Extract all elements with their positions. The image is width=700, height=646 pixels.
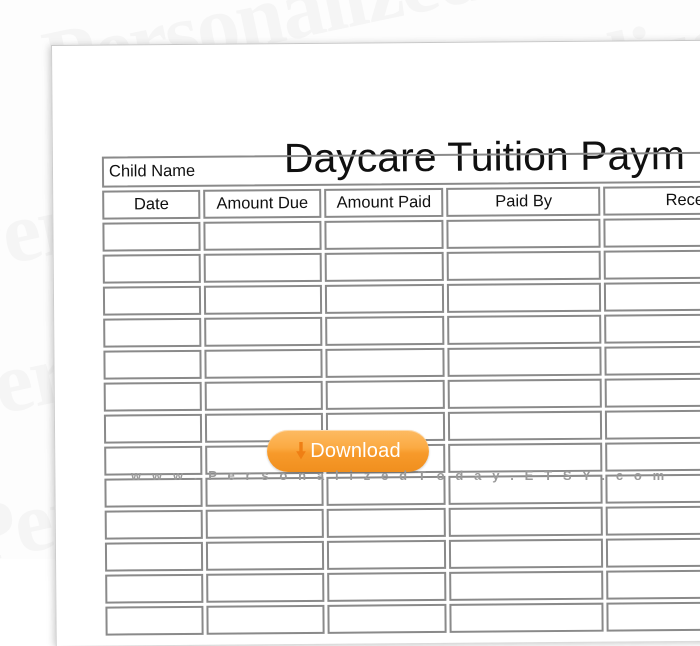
cell-amount-due[interactable]	[204, 380, 323, 411]
cell-paid-by[interactable]	[449, 538, 604, 569]
download-arrow-icon	[296, 442, 307, 460]
cell-date[interactable]	[104, 541, 204, 572]
cell-date[interactable]	[102, 285, 202, 316]
cell-amount-paid[interactable]	[327, 603, 448, 634]
column-header-amount-paid: Amount Paid	[323, 187, 444, 218]
cell-paid-by[interactable]	[447, 346, 603, 377]
cell-amount-paid[interactable]	[324, 251, 445, 282]
tuition-payment-table: Child Name Date Amount Due Amount Paid P…	[99, 148, 700, 638]
column-header-amount-due: Amount Due	[203, 188, 322, 219]
cell-received[interactable]	[605, 409, 700, 440]
table-header-row: Date Amount Due Amount Paid Paid By Rece…	[102, 185, 700, 220]
cell-amount-paid[interactable]	[326, 571, 447, 602]
table-row	[103, 377, 700, 412]
child-name-field[interactable]: Child Name	[101, 151, 700, 188]
cell-amount-paid[interactable]	[325, 379, 446, 410]
cell-received[interactable]	[606, 601, 700, 632]
cell-date[interactable]	[103, 413, 203, 444]
cell-amount-due[interactable]	[203, 252, 322, 283]
cell-amount-paid[interactable]	[324, 219, 445, 250]
cell-paid-by[interactable]	[449, 602, 605, 633]
cell-amount-paid[interactable]	[324, 283, 445, 314]
cell-amount-paid[interactable]	[325, 347, 446, 378]
cell-received[interactable]	[603, 217, 700, 248]
cell-date[interactable]	[104, 509, 204, 540]
download-button-label: Download	[310, 440, 401, 462]
cell-received[interactable]	[604, 281, 700, 312]
cell-paid-by[interactable]	[447, 314, 602, 345]
table-row	[102, 217, 700, 252]
table-row	[103, 313, 700, 348]
cell-amount-due[interactable]	[203, 220, 322, 251]
table-row	[104, 537, 700, 572]
site-watermark: w w w . P e r s o n a l i z e d T o d a …	[131, 468, 668, 483]
cell-amount-due[interactable]	[204, 316, 323, 347]
cell-date[interactable]	[103, 381, 203, 412]
cell-date[interactable]	[103, 349, 202, 380]
cell-date[interactable]	[105, 605, 204, 636]
column-header-received: Received	[603, 185, 700, 216]
table-row	[102, 249, 700, 284]
cell-received[interactable]	[604, 249, 700, 280]
cell-paid-by[interactable]	[449, 506, 604, 537]
cell-date[interactable]	[102, 253, 202, 284]
column-header-date: Date	[102, 189, 201, 220]
column-header-paid-by: Paid By	[446, 186, 601, 217]
cell-amount-due[interactable]	[206, 540, 324, 571]
cell-received[interactable]	[605, 377, 700, 408]
cell-paid-by[interactable]	[448, 378, 603, 409]
table-row	[103, 345, 700, 380]
cell-date[interactable]	[105, 573, 204, 604]
document-paper-sheet: Daycare Tuition Paym Child Name Date Amo…	[51, 39, 700, 646]
cell-received[interactable]	[604, 345, 700, 376]
cell-amount-due[interactable]	[204, 284, 322, 315]
cell-paid-by[interactable]	[447, 250, 602, 281]
cell-amount-due[interactable]	[204, 348, 323, 379]
child-name-row: Child Name	[101, 151, 700, 188]
table-body: Child Name Date Amount Due Amount Paid P…	[101, 151, 700, 636]
cell-amount-paid[interactable]	[324, 315, 445, 346]
table-row	[104, 505, 700, 540]
table-row	[105, 569, 700, 604]
cell-amount-due[interactable]	[206, 604, 325, 635]
cell-date[interactable]	[102, 221, 201, 252]
cell-amount-paid[interactable]	[326, 539, 447, 570]
cell-paid-by[interactable]	[447, 282, 602, 313]
cell-paid-by[interactable]	[448, 410, 603, 441]
cell-received[interactable]	[606, 537, 700, 568]
cell-amount-due[interactable]	[206, 572, 325, 603]
cell-received[interactable]	[606, 505, 700, 536]
download-button[interactable]: Download	[267, 430, 429, 472]
cell-amount-paid[interactable]	[326, 507, 447, 538]
table-row	[105, 601, 700, 636]
cell-received[interactable]	[606, 569, 700, 600]
table-row	[102, 281, 700, 316]
cell-date[interactable]	[103, 317, 202, 348]
cell-paid-by[interactable]	[449, 570, 604, 601]
cell-amount-due[interactable]	[205, 508, 324, 539]
cell-received[interactable]	[604, 313, 700, 344]
cell-paid-by[interactable]	[446, 218, 602, 249]
